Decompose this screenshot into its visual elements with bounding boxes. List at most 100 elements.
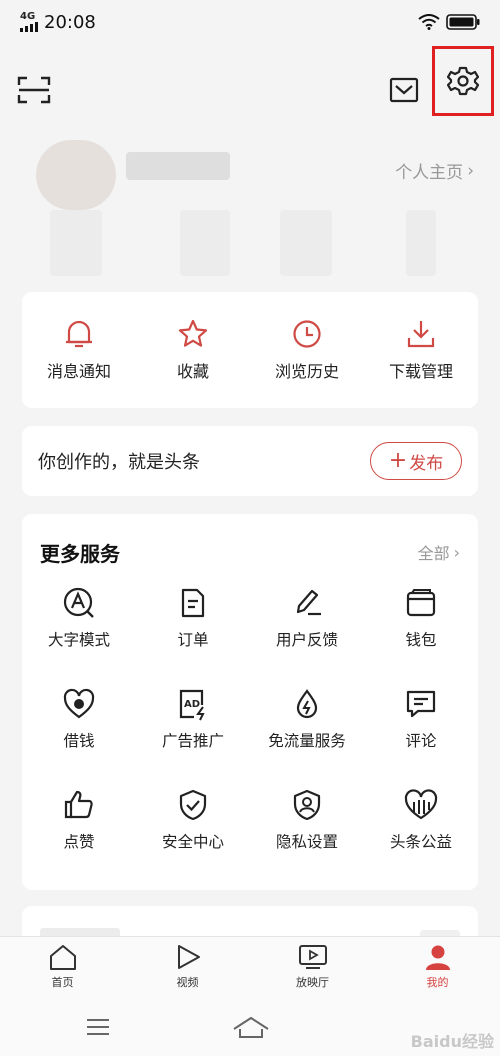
service-likes[interactable]: 点赞 — [22, 788, 136, 889]
publish-card: 你创作的，就是头条 + 发布 — [22, 426, 478, 496]
service-label: 钱包 — [405, 631, 437, 649]
mail-icon — [389, 77, 419, 103]
signal-icon — [20, 22, 38, 32]
comment-icon — [406, 690, 436, 718]
bell-icon — [66, 320, 92, 348]
quick-label: 下载管理 — [388, 362, 453, 381]
person-icon — [425, 945, 450, 970]
service-label: 隐私设置 — [275, 833, 338, 851]
service-label: 用户反馈 — [275, 631, 338, 649]
profile-link[interactable]: 个人主页 › — [395, 158, 474, 184]
settings-button[interactable] — [432, 46, 494, 116]
service-label: 头条公益 — [389, 833, 452, 851]
service-wallet[interactable]: 钱包 — [364, 586, 478, 687]
system-nav-bar: Baidu经验 — [0, 998, 500, 1056]
publish-button-label: 发布 — [409, 453, 444, 474]
quick-item-favorites[interactable]: 收藏 — [136, 292, 250, 408]
chevron-right-icon: › — [453, 542, 460, 562]
service-label: 免流量服务 — [268, 732, 346, 750]
service-orders[interactable]: 订单 — [136, 586, 250, 687]
username-blur — [126, 152, 230, 180]
clock-icon — [293, 320, 321, 348]
tab-label: 首页 — [51, 976, 74, 989]
top-bar — [0, 46, 500, 116]
services-all-link[interactable]: 全部 › — [418, 540, 460, 564]
loan-icon — [63, 688, 95, 719]
avatar[interactable] — [36, 140, 116, 210]
order-icon — [181, 588, 205, 618]
feedback-icon — [296, 589, 321, 616]
download-icon — [407, 321, 435, 348]
quick-label: 消息通知 — [46, 362, 111, 381]
service-privacy[interactable]: 隐私设置 — [250, 788, 364, 889]
tab-theater[interactable]: 放映厅 — [250, 937, 375, 998]
quick-item-notifications[interactable]: 消息通知 — [22, 292, 136, 408]
data-free-icon — [296, 689, 318, 719]
service-label: 大字模式 — [47, 631, 110, 649]
status-right — [418, 14, 480, 30]
home-icon — [49, 945, 76, 970]
services-all-label: 全部 — [417, 544, 450, 563]
service-label: 评论 — [405, 732, 437, 750]
play-icon — [177, 945, 200, 969]
scan-button[interactable] — [14, 70, 54, 110]
menu-icon — [87, 1019, 109, 1035]
tab-label: 我的 — [426, 976, 449, 989]
wallet-icon — [406, 589, 436, 617]
service-label: 订单 — [177, 631, 209, 649]
menu-button[interactable] — [78, 1012, 118, 1042]
scan-icon — [17, 76, 51, 104]
charity-icon — [404, 789, 438, 820]
tab-home[interactable]: 首页 — [0, 937, 125, 998]
service-label: 安全中心 — [161, 833, 224, 851]
ad-icon: AD — [179, 689, 205, 721]
bottom-tab-bar: 首页 视频 放映厅 我的 — [0, 936, 500, 998]
watermark: Baidu经验 — [410, 1032, 494, 1051]
service-large-font[interactable]: 大字模式 — [22, 586, 136, 687]
quick-actions-card: 消息通知 收藏 浏览历史 下载管理 — [22, 292, 478, 408]
service-data-free[interactable]: 免流量服务 — [250, 687, 364, 788]
svg-text:AD: AD — [184, 699, 200, 710]
home-gesture-icon — [233, 1016, 269, 1038]
wifi-icon — [418, 14, 440, 30]
service-label: 点赞 — [63, 833, 95, 851]
quick-item-downloads[interactable]: 下载管理 — [364, 292, 478, 408]
service-feedback[interactable]: 用户反馈 — [250, 586, 364, 687]
status-bar: 4G 20:08 — [0, 0, 500, 44]
profile-link-label: 个人主页 — [395, 163, 464, 183]
large-font-icon — [63, 587, 94, 618]
tv-icon — [298, 945, 327, 969]
service-label: 借钱 — [63, 732, 95, 750]
tab-label: 放映厅 — [296, 976, 329, 989]
tab-label: 视频 — [176, 976, 199, 989]
stats-blur-1 — [50, 210, 102, 276]
quick-item-history[interactable]: 浏览历史 — [250, 292, 364, 408]
quick-label: 收藏 — [176, 362, 209, 381]
publish-button[interactable]: + 发布 — [370, 442, 462, 480]
tab-mine[interactable]: 我的 — [375, 937, 500, 998]
star-icon — [178, 319, 208, 347]
service-ads[interactable]: AD 广告推广 — [136, 687, 250, 788]
stats-blur-2 — [180, 210, 230, 276]
quick-label: 浏览历史 — [274, 362, 339, 381]
publish-text: 你创作的，就是头条 — [38, 452, 200, 473]
like-icon — [64, 790, 93, 819]
status-time: 20:08 — [44, 11, 96, 33]
network-type: 4G — [20, 11, 36, 22]
home-gesture-button[interactable] — [228, 1010, 274, 1044]
stats-blur-4 — [406, 210, 436, 276]
status-left: 4G 20:08 — [20, 12, 96, 33]
service-comments[interactable]: 评论 — [364, 687, 478, 788]
mail-button[interactable] — [384, 70, 424, 110]
profile-section: 个人主页 › — [0, 130, 500, 300]
service-label: 广告推广 — [161, 732, 224, 750]
services-title: 更多服务 — [40, 542, 120, 566]
tab-video[interactable]: 视频 — [125, 937, 250, 998]
chevron-right-icon: › — [467, 160, 474, 181]
service-charity[interactable]: 头条公益 — [364, 788, 478, 889]
service-security[interactable]: 安全中心 — [136, 788, 250, 889]
services-grid: 大字模式 订单 用户反馈 钱包 借钱 AD 广告推广 免流量服务 评论 点赞 安… — [22, 586, 478, 889]
service-loan[interactable]: 借钱 — [22, 687, 136, 788]
plus-icon: + — [388, 448, 408, 473]
shield-icon — [179, 789, 207, 821]
